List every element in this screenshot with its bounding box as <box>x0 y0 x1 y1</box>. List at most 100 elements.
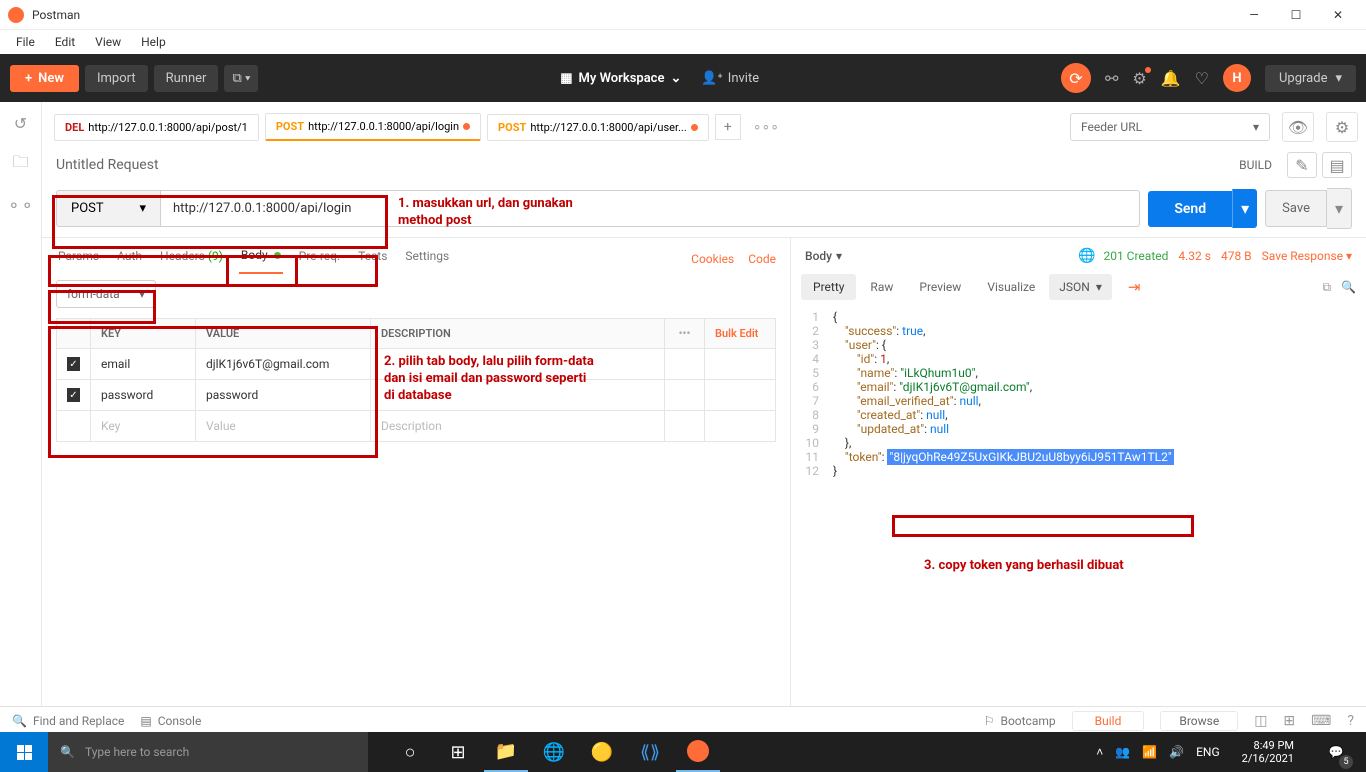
runner-button[interactable]: Runner <box>154 65 219 92</box>
row-checkbox[interactable]: ✓ <box>67 357 80 371</box>
volume-icon[interactable]: 🔊 <box>1169 745 1184 759</box>
environment-select[interactable]: Feeder URL ▾ <box>1070 113 1270 141</box>
desc-placeholder[interactable]: Description <box>371 411 665 441</box>
capture-icon[interactable]: ⚯ <box>1105 69 1118 88</box>
resp-tab-visualize[interactable]: Visualize <box>975 274 1047 300</box>
maximize-button[interactable]: ☐ <box>1284 5 1308 25</box>
code-link[interactable]: Code <box>748 252 776 266</box>
language-indicator[interactable]: ENG <box>1196 745 1220 759</box>
sync-button[interactable]: ⟳ <box>1061 63 1091 93</box>
row-checkbox[interactable]: ✓ <box>67 388 80 402</box>
explorer-icon[interactable]: 📁 <box>484 732 528 772</box>
add-tab-button[interactable]: + <box>715 114 741 140</box>
body-type-select[interactable]: form-data ▾ <box>56 280 156 308</box>
cortana-icon[interactable]: ○ <box>388 732 432 772</box>
tab-auth[interactable]: Auth <box>115 245 144 273</box>
wifi-icon[interactable]: 📶 <box>1142 745 1157 759</box>
save-response-button[interactable]: Save Response ▾ <box>1262 249 1352 263</box>
find-replace-button[interactable]: 🔍Find and Replace <box>12 714 124 728</box>
collections-icon[interactable]: 🗀 <box>12 151 28 178</box>
start-button[interactable] <box>0 732 48 772</box>
close-button[interactable]: ✕ <box>1326 5 1350 25</box>
save-button[interactable]: Save <box>1265 190 1327 227</box>
vscode-icon[interactable]: ⟪⟫ <box>628 732 672 772</box>
cookies-link[interactable]: Cookies <box>691 252 734 266</box>
more-tabs-button[interactable]: ∘∘∘ <box>747 119 785 135</box>
tab-settings[interactable]: Settings <box>403 245 451 273</box>
taskbar-clock[interactable]: 8:49 PM 2/16/2021 <box>1232 739 1304 765</box>
request-tab[interactable]: DEL http://127.0.0.1:8000/api/post/1 <box>54 114 259 141</box>
notifications-button[interactable]: 💬5 <box>1316 732 1356 772</box>
tray-chevron-icon[interactable]: ˄ <box>1096 745 1103 759</box>
menu-edit[interactable]: Edit <box>45 33 85 51</box>
notifications-icon[interactable]: 🔔 <box>1161 69 1181 88</box>
bulk-edit-link[interactable]: Bulk Edit <box>705 319 775 348</box>
resp-format-select[interactable]: JSON▾ <box>1049 274 1112 300</box>
apis-icon[interactable]: ⚬⚬ <box>7 196 34 215</box>
bootcamp-button[interactable]: ⚐Bootcamp <box>984 714 1056 728</box>
console-button[interactable]: ▤Console <box>140 714 201 728</box>
resp-tab-raw[interactable]: Raw <box>858 274 905 300</box>
environment-settings-button[interactable]: ⚙ <box>1326 112 1358 142</box>
heart-icon[interactable]: ♡ <box>1195 69 1209 88</box>
key-placeholder[interactable]: Key <box>91 411 196 441</box>
copy-icon[interactable]: ⧉ <box>1322 280 1331 295</box>
collapse-button[interactable]: ▤ <box>1322 152 1352 178</box>
edge-icon[interactable]: 🌐 <box>532 732 576 772</box>
menu-view[interactable]: View <box>85 33 131 51</box>
settings-icon[interactable]: ⚙ <box>1132 69 1146 88</box>
task-view-icon[interactable]: ⊞ <box>436 732 480 772</box>
tab-headers[interactable]: Headers (9) <box>158 245 225 273</box>
comment-button[interactable]: ✎ <box>1287 152 1317 178</box>
tab-params[interactable]: Params <box>56 245 101 273</box>
keyboard-icon[interactable]: ⌨ <box>1311 713 1331 729</box>
taskbar-search[interactable]: 🔍 Type here to search <box>48 732 368 772</box>
tab-prereq[interactable]: Pre-req. <box>297 245 343 273</box>
key-cell[interactable]: email <box>91 349 196 379</box>
json-viewer[interactable]: 1{2 "success": true,3 "user": {4 "id": 1… <box>791 304 1366 706</box>
request-tab[interactable]: POST http://127.0.0.1:8000/api/user... <box>487 114 709 141</box>
pane-layout-icon[interactable]: ⊞ <box>1283 713 1295 729</box>
kv-row-empty: Key Value Description <box>56 411 776 442</box>
url-input[interactable] <box>161 190 1140 227</box>
menu-file[interactable]: File <box>6 33 45 51</box>
footer-build-button[interactable]: Build <box>1072 711 1145 731</box>
upgrade-button[interactable]: Upgrade▾ <box>1265 65 1356 92</box>
search-icon[interactable]: 🔍 <box>1341 280 1356 295</box>
key-cell[interactable]: password <box>91 380 196 410</box>
url-row: POST ▾ Send ▾ Save ▾ <box>42 188 1366 237</box>
two-pane-icon[interactable]: ◫ <box>1254 713 1267 729</box>
send-button[interactable]: Send <box>1148 191 1232 227</box>
save-dropdown[interactable]: ▾ <box>1327 188 1352 229</box>
resp-tab-preview[interactable]: Preview <box>907 274 973 300</box>
tab-tests[interactable]: Tests <box>356 245 389 273</box>
response-body-select[interactable]: Body▾ <box>805 249 842 263</box>
user-avatar[interactable]: H <box>1223 64 1251 92</box>
tab-body[interactable]: Body <box>239 244 283 274</box>
people-icon[interactable]: 👥 <box>1115 745 1130 759</box>
method-select[interactable]: POST ▾ <box>56 190 161 227</box>
postman-icon[interactable] <box>676 732 720 772</box>
value-placeholder[interactable]: Value <box>196 411 371 441</box>
wrap-lines-button[interactable]: ⇥ <box>1120 274 1149 300</box>
footer-browse-button[interactable]: Browse <box>1160 711 1238 731</box>
build-mode-button[interactable]: BUILD <box>1229 153 1282 177</box>
value-cell[interactable]: password <box>196 380 371 410</box>
environment-quick-look-button[interactable]: 👁 <box>1282 112 1314 142</box>
help-icon[interactable]: ? <box>1347 713 1354 729</box>
history-icon[interactable]: ↺ <box>14 114 27 133</box>
request-tab[interactable]: POST http://127.0.0.1:8000/api/login <box>265 113 481 141</box>
send-dropdown[interactable]: ▾ <box>1232 189 1257 228</box>
import-button[interactable]: Import <box>85 65 148 92</box>
resp-tab-pretty[interactable]: Pretty <box>801 274 856 300</box>
menu-help[interactable]: Help <box>131 33 176 51</box>
value-cell[interactable]: djlK1j6v6T@gmail.com <box>196 349 371 379</box>
new-button[interactable]: +New <box>10 65 79 92</box>
globe-icon[interactable]: 🌐 <box>1078 248 1095 264</box>
minimize-button[interactable]: — <box>1242 5 1266 25</box>
invite-button[interactable]: 👤⁺ Invite <box>701 71 759 86</box>
col-more[interactable]: ••• <box>665 319 705 348</box>
window-toggle-button[interactable]: ⧉ ▾ <box>224 65 258 92</box>
workspace-select[interactable]: ▦ My Workspace ⌄ <box>560 71 681 86</box>
chrome-icon[interactable]: 🟡 <box>580 732 624 772</box>
